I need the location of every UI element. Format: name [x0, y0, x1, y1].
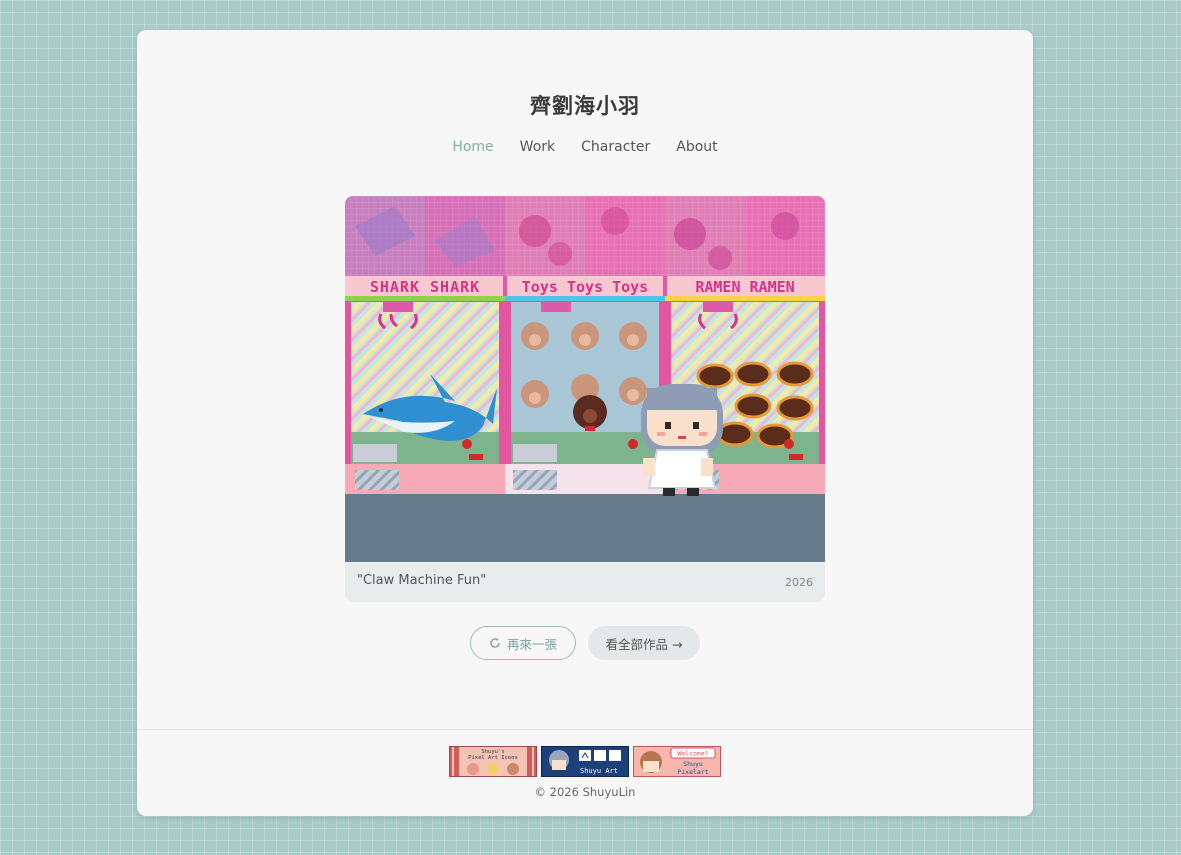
artwork-caption: "Claw Machine Fun" [357, 573, 487, 588]
copyright: © 2026 ShuyuLin [534, 785, 636, 799]
nav-work[interactable]: Work [507, 139, 568, 155]
nav-character[interactable]: Character [568, 139, 663, 155]
banner-pixel-art-icons[interactable]: Shuyu's Pixel Art Icons [449, 746, 537, 777]
all-works-button[interactable]: 看全部作品 → [588, 626, 700, 660]
main-card: 齊劉海小羽 Home Work Character About SHARK SH… [137, 30, 1033, 816]
refresh-label: 再來一張 [506, 636, 557, 652]
main-nav: Home Work Character About [137, 139, 1033, 155]
banner1-line2: Pixel Art Icons [468, 755, 518, 761]
footer-banners: Shuyu's Pixel Art Icons Shuyu Art Welcom… [137, 746, 1033, 777]
featured-artwork-card[interactable]: SHARK SHARK Toys Toys Toys RAMEN RAMEN "… [345, 196, 825, 602]
refresh-button[interactable]: 再來一張 [470, 626, 576, 660]
banner3-line2: Shuyu [683, 760, 703, 768]
banner3-line1: Welcome! [677, 750, 708, 758]
sign-ramen: RAMEN RAMEN [695, 278, 794, 296]
footer-divider [137, 729, 1033, 730]
banner3-line3: Pixelart [677, 768, 708, 776]
sign-shark: SHARK SHARK [370, 278, 480, 296]
site-title[interactable]: 齊劉海小羽 [137, 90, 1033, 120]
artwork-year: 2026 [785, 576, 813, 589]
artwork-image[interactable]: SHARK SHARK Toys Toys Toys RAMEN RAMEN [345, 196, 825, 562]
banner-welcome[interactable]: Welcome! Shuyu Pixelart [633, 746, 721, 777]
nav-home[interactable]: Home [439, 139, 506, 155]
sign-toys: Toys Toys Toys [522, 278, 648, 296]
nav-about[interactable]: About [663, 139, 730, 155]
action-buttons: 再來一張 看全部作品 → [137, 626, 1033, 660]
refresh-icon [490, 638, 500, 648]
banner-shuyu-art[interactable]: Shuyu Art [541, 746, 629, 777]
banner2-line1: Shuyu Art [580, 767, 618, 775]
